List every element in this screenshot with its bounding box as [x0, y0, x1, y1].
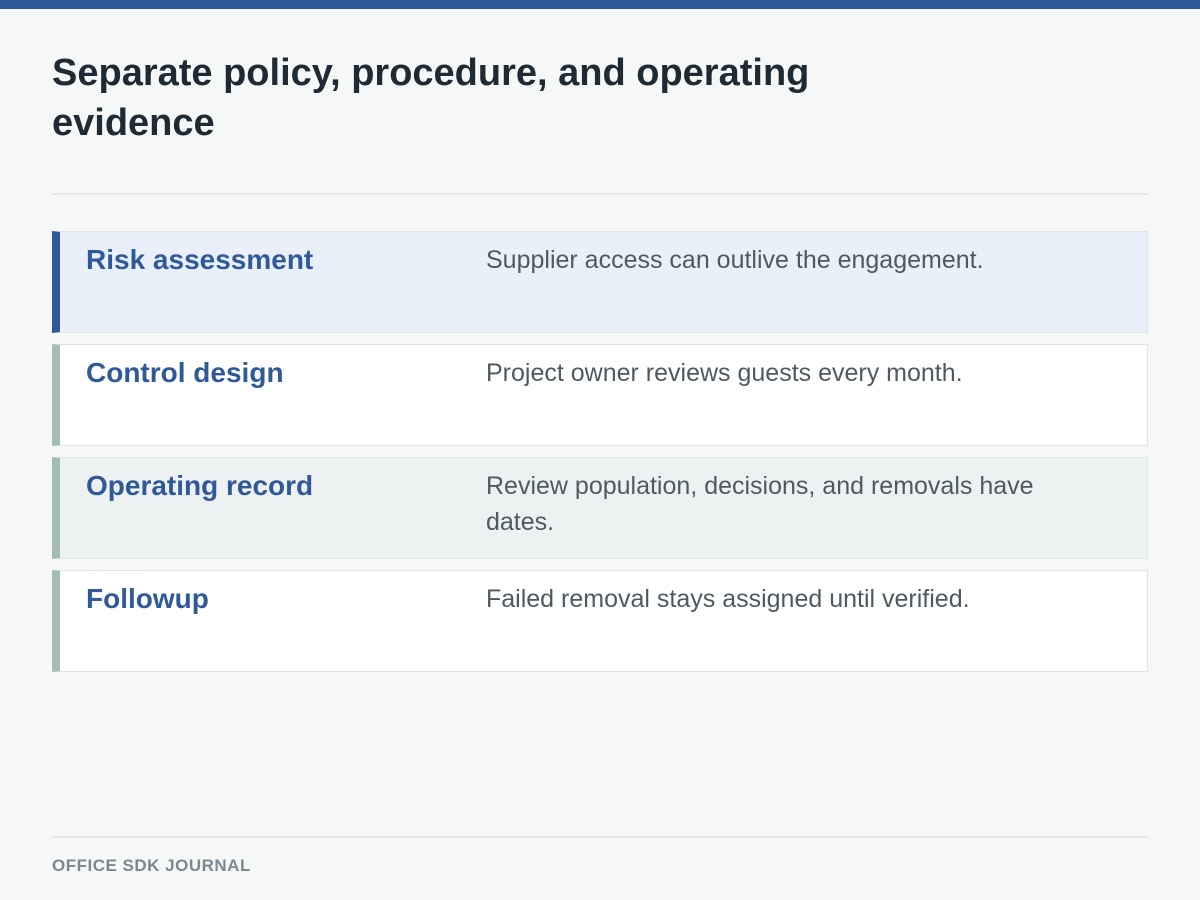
row-label: Control design — [86, 357, 284, 388]
row-description: Review population, decisions, and remova… — [486, 472, 1034, 536]
top-accent-bar — [0, 0, 1200, 9]
list-item-control-design: Control design Project owner reviews gue… — [52, 344, 1148, 446]
list-item-risk-assessment: Risk assessment Supplier access can outl… — [52, 231, 1148, 333]
row-description: Supplier access can outlive the engageme… — [486, 246, 984, 274]
footer-divider — [52, 836, 1148, 838]
evidence-list: Risk assessment Supplier access can outl… — [52, 231, 1148, 683]
row-label: Operating record — [86, 470, 314, 501]
row-description: Failed removal stays assigned until veri… — [486, 585, 970, 613]
list-item-operating-record: Operating record Review population, deci… — [52, 457, 1148, 559]
title-divider — [52, 193, 1148, 195]
row-description: Project owner reviews guests every month… — [486, 359, 963, 387]
row-label: Risk assessment — [86, 244, 314, 275]
footer-publication-label: OFFICE SDK JOURNAL — [52, 856, 251, 875]
page-title: Separate policy, procedure, and operatin… — [52, 52, 810, 144]
list-item-followup: Followup Failed removal stays assigned u… — [52, 570, 1148, 672]
row-label: Followup — [86, 583, 209, 614]
